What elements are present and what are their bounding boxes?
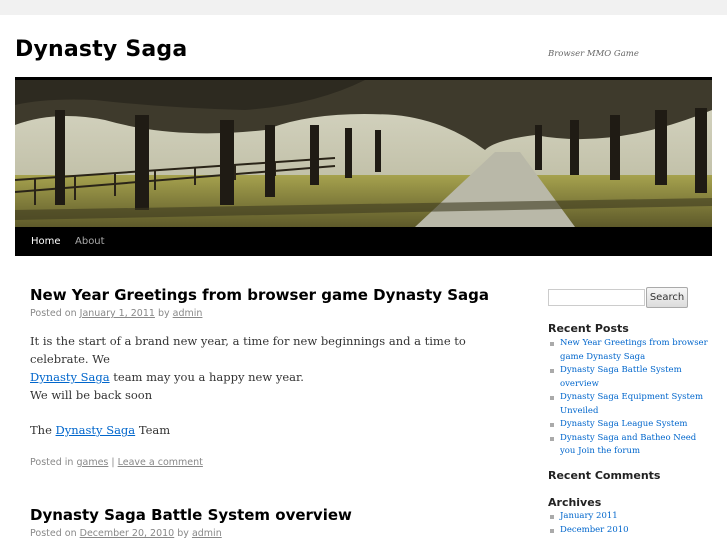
- bullet-icon: [550, 396, 554, 400]
- paragraph-text: team may you a happy new year.: [113, 370, 304, 384]
- list-item: Dynasty Saga League System: [548, 418, 708, 432]
- search-input[interactable]: [548, 289, 645, 306]
- recent-posts-title: Recent Posts: [548, 322, 629, 335]
- site-description: Browser MMO Game: [548, 49, 639, 59]
- by-label: by: [157, 308, 170, 319]
- paragraph-text: Team: [138, 423, 171, 437]
- separator: |: [111, 457, 115, 468]
- post-title[interactable]: Dynasty Saga Battle System overview: [30, 506, 352, 524]
- bullet-icon: [550, 369, 554, 373]
- recent-posts-list: New Year Greetings from browser game Dyn…: [548, 337, 708, 459]
- recent-post-link[interactable]: Dynasty Saga Equipment System Unveiled: [560, 392, 703, 416]
- paragraph-text: The: [30, 423, 52, 437]
- menu-item-about[interactable]: About: [67, 227, 113, 256]
- search-button[interactable]: Search: [646, 287, 688, 308]
- archive-link[interactable]: January 2011: [560, 511, 618, 521]
- recent-post-link[interactable]: Dynasty Saga Battle System overview: [560, 365, 682, 389]
- recent-post-link[interactable]: Dynasty Saga and Batheo Need you Join th…: [560, 433, 696, 457]
- archives-title: Archives: [548, 496, 602, 509]
- site-title[interactable]: Dynasty Saga: [15, 37, 187, 62]
- posted-in-label: Posted in: [30, 457, 74, 468]
- by-label: by: [177, 528, 189, 539]
- post-meta: Posted on December 20, 2010 by admin: [30, 528, 222, 539]
- list-item: Dynasty Saga Equipment System Unveiled: [548, 391, 708, 418]
- paragraph-text: It is the start of a brand new year, a t…: [30, 334, 466, 366]
- bullet-icon: [550, 342, 554, 346]
- post-paragraph: We will be back soon: [30, 388, 153, 402]
- leave-comment-link[interactable]: Leave a comment: [118, 457, 203, 468]
- bullet-icon: [550, 436, 554, 441]
- list-item: New Year Greetings from browser game Dyn…: [548, 337, 708, 364]
- header-image: [15, 77, 712, 230]
- bullet-icon: [550, 528, 554, 533]
- posted-on-label: Posted on: [30, 528, 77, 539]
- author-link[interactable]: admin: [173, 308, 203, 319]
- category-link[interactable]: games: [76, 457, 108, 468]
- bullet-icon: [550, 423, 554, 427]
- tree-avenue-photo: [15, 80, 712, 227]
- main-navigation: Home About: [15, 227, 712, 256]
- menu-item-home[interactable]: Home: [23, 227, 69, 256]
- archive-link[interactable]: December 2010: [560, 525, 629, 535]
- post-paragraph: The Dynasty Saga Team: [30, 421, 500, 439]
- author-link[interactable]: admin: [192, 528, 222, 539]
- posted-on-label: Posted on: [30, 308, 77, 319]
- list-item: Dynasty Saga and Batheo Need you Join th…: [548, 432, 708, 459]
- bullet-icon: [550, 515, 554, 519]
- recent-post-link[interactable]: New Year Greetings from browser game Dyn…: [560, 338, 708, 362]
- archives-list: January 2011 December 2010: [548, 510, 708, 537]
- list-item: Dynasty Saga Battle System overview: [548, 364, 708, 391]
- post-title[interactable]: New Year Greetings from browser game Dyn…: [30, 286, 489, 304]
- post-date-link[interactable]: January 1, 2011: [80, 308, 155, 319]
- post-paragraph: It is the start of a brand new year, a t…: [30, 332, 500, 386]
- post-utility: Posted in games | Leave a comment: [30, 457, 203, 468]
- dynasty-saga-link[interactable]: Dynasty Saga: [30, 370, 110, 384]
- post-date-link[interactable]: December 20, 2010: [80, 528, 175, 539]
- post-meta: Posted on January 1, 2011 by admin: [30, 308, 202, 319]
- page-wrapper: Dynasty Saga Browser MMO Game Home About…: [0, 15, 727, 545]
- list-item: December 2010: [548, 524, 708, 538]
- dynasty-saga-link[interactable]: Dynasty Saga: [56, 423, 136, 437]
- recent-post-link[interactable]: Dynasty Saga League System: [560, 419, 687, 429]
- recent-comments-title: Recent Comments: [548, 469, 661, 482]
- list-item: January 2011: [548, 510, 708, 524]
